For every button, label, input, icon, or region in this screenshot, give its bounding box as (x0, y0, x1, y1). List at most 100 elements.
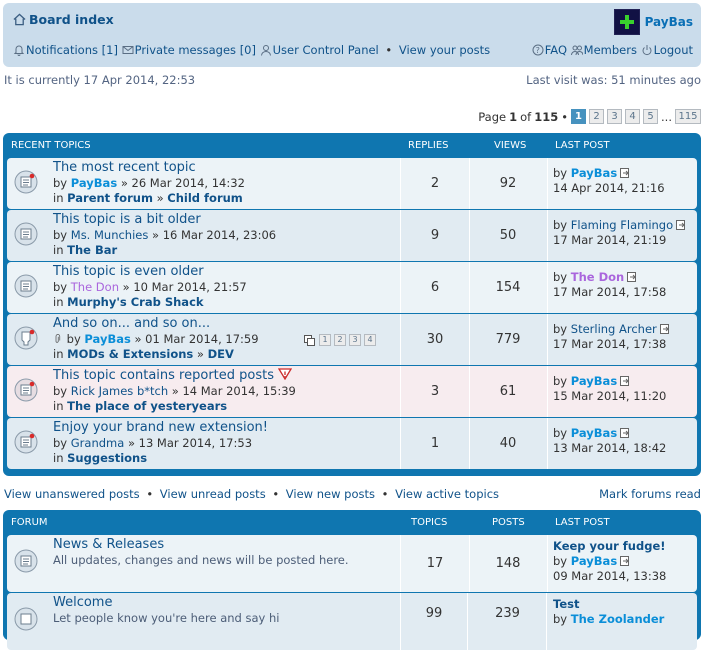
topic-forum[interactable]: Murphy's Crab Shack (67, 295, 203, 309)
view-your-posts-link[interactable]: View your posts (399, 43, 490, 57)
page-total: 115 (534, 109, 559, 124)
posts-count: 148 (469, 535, 548, 592)
topic-date: » 13 Mar 2014, 17:53 (127, 436, 253, 450)
last-post-author[interactable]: Flaming Flamingo (571, 218, 673, 232)
last-post-author[interactable]: The Don (571, 270, 624, 284)
topic-read-icon (14, 274, 38, 298)
warning-icon[interactable] (277, 368, 293, 381)
members-link[interactable]: Members (570, 43, 637, 57)
topic-title-text: This topic contains reported posts (53, 368, 274, 383)
topic-page-button[interactable]: 3 (349, 334, 361, 346)
topic-forum[interactable]: Parent forum (67, 191, 153, 205)
last-post-author[interactable]: Sterling Archer (571, 322, 657, 336)
topic-title[interactable]: This topic contains reported posts (53, 368, 293, 383)
last-post-author[interactable]: PayBas (571, 426, 617, 440)
topic-subforum[interactable]: Child forum (167, 191, 243, 205)
last-post-author[interactable]: PayBas (571, 374, 617, 388)
page-button[interactable]: 4 (625, 109, 641, 124)
mark-forums-read-link[interactable]: Mark forums read (599, 487, 701, 501)
view-latest-post-icon[interactable] (676, 220, 686, 230)
in-word: in (53, 399, 64, 413)
ucp-label: User Control Panel (272, 43, 379, 57)
topic-author[interactable]: The Don (71, 280, 119, 294)
ucp-link[interactable]: User Control Panel (260, 43, 379, 57)
by-word: by (53, 228, 68, 242)
by-word: by (53, 384, 68, 398)
views-count: 50 (469, 210, 548, 261)
topic-author[interactable]: PayBas (84, 332, 130, 346)
members-label: Members (583, 43, 637, 57)
topic-page-button[interactable]: 1 (319, 334, 331, 346)
last-post-title[interactable]: Test (553, 597, 579, 611)
last-post-title[interactable]: Keep your fudge! (553, 539, 666, 553)
notifications-link[interactable]: Notifications [1] (13, 43, 118, 57)
view-unanswered-link[interactable]: View unanswered posts (4, 487, 140, 501)
topic-author[interactable]: PayBas (71, 176, 117, 190)
private-messages-link[interactable]: Private messages [0] (122, 43, 256, 57)
forum-title[interactable]: News & Releases (53, 537, 164, 552)
topic-forum[interactable]: The place of yesteryears (67, 399, 227, 413)
view-active-link[interactable]: View active topics (395, 487, 499, 501)
topic-title[interactable]: And so on... and so on... (53, 316, 210, 331)
forum-title[interactable]: Welcome (53, 595, 112, 610)
page-button[interactable]: 5 (643, 109, 659, 124)
topic-title[interactable]: This topic is a bit older (53, 212, 201, 227)
replies-count: 30 (400, 314, 470, 365)
topic-title[interactable]: Enjoy your brand new extension! (53, 420, 268, 435)
faq-link[interactable]: ? FAQ (532, 43, 567, 57)
topic-subforum[interactable]: DEV (208, 347, 234, 361)
topic-forum[interactable]: MODs & Extensions (67, 347, 193, 361)
in-word: in (53, 243, 64, 257)
topic-title[interactable]: The most recent topic (53, 160, 196, 175)
view-unread-link[interactable]: View unread posts (160, 487, 266, 501)
view-latest-post-icon[interactable] (627, 272, 637, 282)
page-button[interactable]: 3 (607, 109, 623, 124)
topic-page-button[interactable]: 4 (364, 334, 376, 346)
last-post-author[interactable]: The Zoolander (571, 612, 665, 626)
header-last-post: LAST POST (555, 517, 610, 528)
topic-unread-icon (14, 170, 38, 194)
topic-unread-icon (14, 378, 38, 402)
by-word: by (553, 166, 568, 180)
user-menu[interactable]: PayBas (613, 9, 693, 35)
page-button[interactable]: 1 (571, 109, 587, 124)
topic-page-button[interactable]: 2 (334, 334, 346, 346)
view-latest-post-icon[interactable] (620, 168, 630, 178)
last-post-date: 13 Mar 2014, 18:42 (553, 441, 667, 455)
topic-forum[interactable]: The Bar (67, 243, 117, 257)
avatar[interactable] (613, 9, 640, 35)
last-post-author[interactable]: PayBas (571, 554, 617, 568)
topic-forum[interactable]: Suggestions (67, 451, 147, 465)
topic-author[interactable]: Grandma (71, 436, 125, 450)
page-button[interactable]: 2 (589, 109, 605, 124)
in-word: in (53, 451, 64, 465)
view-latest-post-icon[interactable] (620, 556, 630, 566)
header-topics: TOPICS (411, 517, 448, 528)
bullet-separator: • (385, 43, 393, 57)
page-button-last[interactable]: 115 (675, 109, 701, 124)
by-word: by (553, 612, 568, 626)
username[interactable]: PayBas (645, 15, 693, 29)
views-count: 61 (469, 366, 548, 417)
posts-count: 239 (469, 593, 547, 650)
notifications-label: Notifications (26, 43, 98, 57)
last-post-date: 17 Mar 2014, 21:19 (553, 233, 667, 247)
view-latest-post-icon[interactable] (659, 324, 670, 334)
forum-row: News & Releases All updates, changes and… (7, 535, 697, 592)
page-word: Page (478, 109, 507, 124)
view-latest-post-icon[interactable] (620, 428, 630, 438)
logout-link[interactable]: Logout (641, 43, 693, 57)
view-latest-post-icon[interactable] (620, 376, 630, 386)
board-index-link[interactable]: Board index (13, 12, 114, 27)
forum-separator: » (196, 347, 204, 361)
notifications-count: [1] (101, 43, 118, 57)
table-row-reported: This topic contains reported posts by Ri… (7, 366, 697, 417)
last-post-author[interactable]: PayBas (571, 166, 617, 180)
view-new-link[interactable]: View new posts (286, 487, 375, 501)
topic-author[interactable]: Ms. Munchies (71, 228, 149, 242)
topic-author[interactable]: Rick James b*tch (71, 384, 168, 398)
page-current: 1 (509, 109, 518, 124)
replies-count: 3 (400, 366, 470, 417)
topic-title[interactable]: This topic is even older (53, 264, 204, 279)
topics-count: 99 (400, 593, 468, 650)
